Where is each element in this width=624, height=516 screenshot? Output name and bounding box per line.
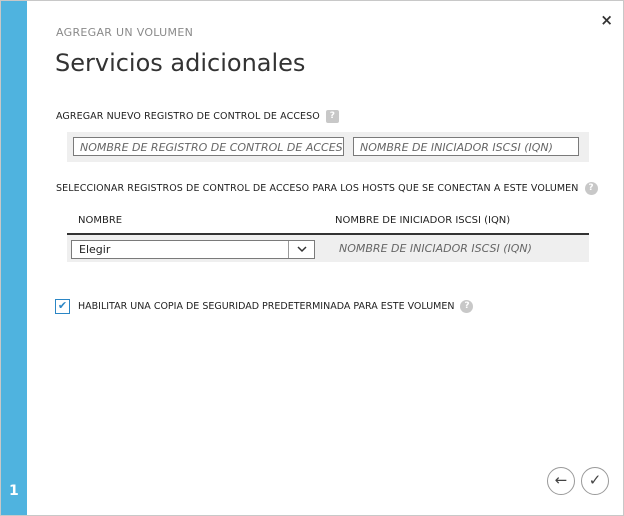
page-title: Servicios adicionales [55,49,306,77]
wizard-label: AGREGAR UN VOLUMEN [56,26,194,39]
dropdown-value: Elegir [79,243,111,256]
back-button[interactable]: ← [547,467,575,495]
help-icon[interactable]: ? [584,182,598,195]
table-row: Elegir NOMBRE DE INICIADOR ISCSI (IQN) [67,235,589,262]
select-records-label: SELECCIONAR REGISTROS DE CONTROL DE ACCE… [56,183,579,194]
add-record-label: AGREGAR NUEVO REGISTRO DE CONTROL DE ACC… [56,111,320,122]
iqn-input[interactable]: NOMBRE DE INICIADOR ISCSI (IQN) [353,137,579,156]
column-header-iqn: NOMBRE DE INICIADOR ISCSI (IQN) [335,215,511,226]
add-record-label-row: AGREGAR NUEVO REGISTRO DE CONTROL DE ACC… [56,110,339,123]
record-select-dropdown[interactable]: Elegir [71,240,315,259]
column-header-name: NOMBRE [78,215,123,226]
step-rail: 1 [1,1,27,515]
help-icon[interactable]: ? [325,110,339,123]
select-records-label-row: SELECCIONAR REGISTROS DE CONTROL DE ACCE… [56,182,598,195]
help-icon[interactable]: ? [460,300,474,313]
chevron-down-icon[interactable] [288,241,314,258]
step-number: 1 [9,483,19,499]
wizard-dialog: 1 × AGREGAR UN VOLUMEN Servicios adicion… [0,0,624,516]
arrow-left-icon: ← [554,471,568,489]
backup-label: HABILITAR UNA COPIA DE SEGURIDAD PREDETE… [78,301,455,312]
checkmark-icon: ✓ [588,471,602,489]
finish-button[interactable]: ✓ [581,467,609,495]
close-icon[interactable]: × [600,11,613,29]
add-record-row: NOMBRE DE REGISTRO DE CONTROL DE ACCESO … [67,132,589,162]
backup-checkbox[interactable]: ✔ [55,299,70,314]
row-iqn-placeholder: NOMBRE DE INICIADOR ISCSI (IQN) [339,242,532,255]
record-name-input[interactable]: NOMBRE DE REGISTRO DE CONTROL DE ACCESO [73,137,344,156]
backup-label-row: HABILITAR UNA COPIA DE SEGURIDAD PREDETE… [78,300,474,313]
